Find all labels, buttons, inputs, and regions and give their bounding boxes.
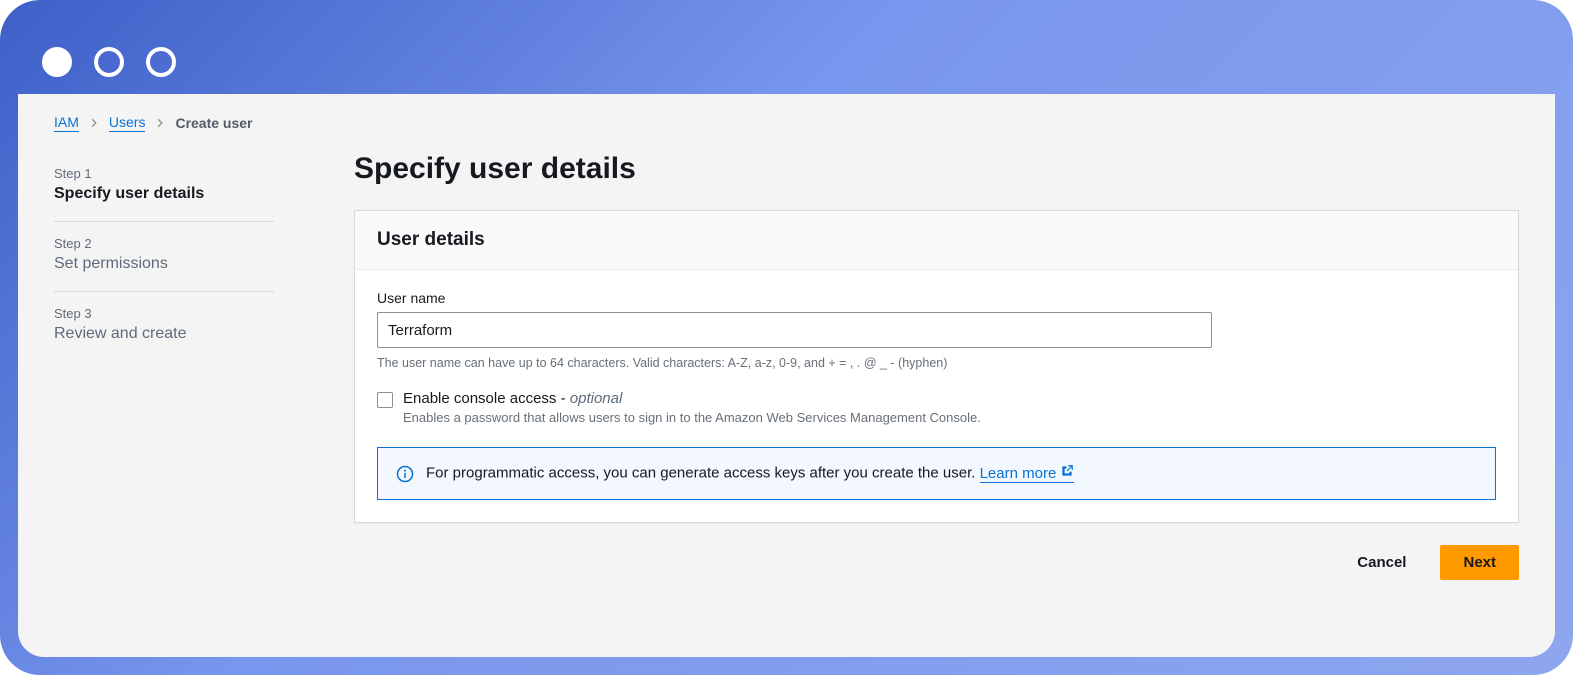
console-access-label-text: Enable console access - — [403, 390, 570, 407]
breadcrumb-users[interactable]: Users — [109, 114, 146, 132]
cancel-button[interactable]: Cancel — [1341, 546, 1422, 579]
next-button[interactable]: Next — [1440, 545, 1519, 580]
window-dot-close[interactable] — [42, 47, 72, 77]
step-title: Review and create — [54, 325, 274, 343]
page-title: Specify user details — [354, 152, 1519, 186]
wizard-step-2[interactable]: Step 2 Set permissions — [54, 222, 274, 292]
step-number: Step 2 — [54, 236, 274, 251]
wizard-step-3[interactable]: Step 3 Review and create — [54, 292, 274, 361]
window-dot-maximize[interactable] — [146, 47, 176, 77]
learn-more-link[interactable]: Learn more — [980, 464, 1075, 483]
info-icon — [396, 465, 414, 483]
console-access-label: Enable console access - optional — [403, 390, 981, 407]
step-title: Specify user details — [54, 185, 274, 203]
info-alert: For programmatic access, you can generat… — [377, 447, 1496, 500]
window-controls — [0, 0, 1573, 94]
console-access-description: Enables a password that allows users to … — [403, 410, 981, 425]
optional-tag: optional — [570, 390, 623, 407]
username-input[interactable] — [377, 312, 1212, 348]
panel-header: User details — [355, 211, 1518, 270]
user-details-panel: User details User name The user name can… — [354, 210, 1519, 523]
breadcrumb: IAM Users Create user — [54, 114, 1519, 132]
main-area: Specify user details User details User n… — [354, 152, 1519, 580]
chevron-right-icon — [155, 115, 165, 131]
step-number: Step 3 — [54, 306, 274, 321]
username-hint: The user name can have up to 64 characte… — [377, 356, 1496, 370]
step-title: Set permissions — [54, 255, 274, 273]
panel-title: User details — [377, 229, 1496, 251]
window-dot-minimize[interactable] — [94, 47, 124, 77]
wizard-step-1[interactable]: Step 1 Specify user details — [54, 152, 274, 222]
alert-message: For programmatic access, you can generat… — [426, 465, 980, 482]
page-content: IAM Users Create user Step 1 Specify use… — [18, 94, 1555, 657]
breadcrumb-current: Create user — [175, 115, 252, 131]
wizard-steps: Step 1 Specify user details Step 2 Set p… — [54, 152, 274, 580]
footer-actions: Cancel Next — [354, 545, 1519, 580]
console-access-checkbox[interactable] — [377, 392, 393, 408]
breadcrumb-iam[interactable]: IAM — [54, 114, 79, 132]
step-number: Step 1 — [54, 166, 274, 181]
username-label: User name — [377, 290, 1496, 306]
console-access-row: Enable console access - optional Enables… — [377, 390, 1496, 425]
learn-more-text: Learn more — [980, 465, 1057, 482]
external-link-icon — [1060, 464, 1074, 482]
alert-text: For programmatic access, you can generat… — [426, 464, 1074, 483]
browser-frame: IAM Users Create user Step 1 Specify use… — [0, 0, 1573, 675]
chevron-right-icon — [89, 115, 99, 131]
panel-body: User name The user name can have up to 6… — [355, 270, 1518, 522]
